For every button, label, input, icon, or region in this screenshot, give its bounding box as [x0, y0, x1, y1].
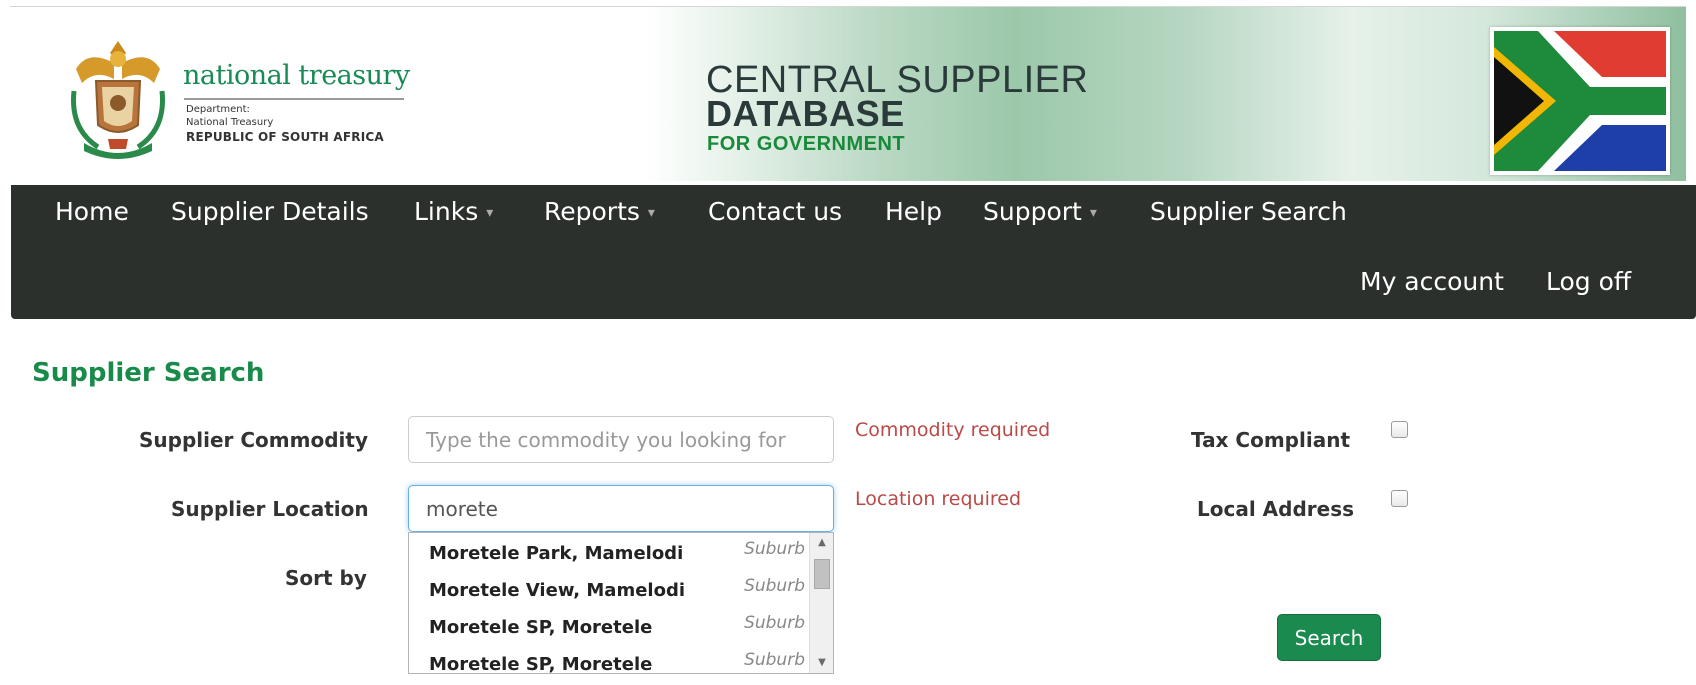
tax-compliant-checkbox[interactable]: [1391, 421, 1408, 438]
commodity-error: Commodity required: [855, 419, 1051, 441]
chevron-down-icon: ▾: [1089, 205, 1097, 221]
header-banner: national treasury Department: National T…: [10, 6, 1686, 181]
autocomplete-item[interactable]: Moretele View, Mamelodi Suburb: [409, 570, 809, 606]
nav-reports-dropdown[interactable]: Reports ▾: [544, 197, 655, 226]
nav-reports-label: Reports: [544, 197, 640, 226]
local-address-label: Local Address: [1197, 497, 1355, 521]
scroll-up-arrow-icon[interactable]: ▲: [810, 533, 833, 553]
tax-compliant-label: Tax Compliant: [1191, 428, 1351, 452]
logo-divider: [184, 98, 404, 100]
scroll-down-arrow-icon[interactable]: ▼: [810, 653, 833, 673]
scrollbar-thumb[interactable]: [814, 559, 830, 589]
logo-title: national treasury: [183, 60, 410, 91]
location-autocomplete-list: Moretele Park, Mamelodi Suburb Moretele …: [408, 532, 834, 674]
autocomplete-item[interactable]: Moretele SP, Moretele Suburb: [409, 644, 809, 674]
nav-my-account[interactable]: My account: [1360, 267, 1504, 296]
commodity-input[interactable]: [408, 416, 834, 463]
nav-help[interactable]: Help: [885, 197, 942, 226]
logo-department-name: National Treasury: [186, 117, 274, 128]
autocomplete-item-type: Suburb: [744, 539, 805, 559]
nav-contact[interactable]: Contact us: [708, 197, 842, 226]
autocomplete-item-name: Moretele SP, Moretele: [429, 617, 653, 638]
coat-of-arms-icon: [71, 41, 165, 159]
autocomplete-scrollbar[interactable]: ▲ ▼: [809, 533, 833, 673]
nav-support-label: Support: [983, 197, 1082, 226]
logo-country: REPUBLIC OF SOUTH AFRICA: [186, 130, 384, 144]
autocomplete-item[interactable]: Moretele SP, Moretele Suburb: [409, 607, 809, 643]
nav-links-dropdown[interactable]: Links ▾: [414, 197, 493, 226]
nav-log-off[interactable]: Log off: [1546, 267, 1631, 296]
flag-frame: [1490, 27, 1670, 175]
site-title-line2: DATABASE: [706, 93, 905, 134]
south-africa-flag-icon: [1494, 31, 1666, 171]
chevron-down-icon: ▾: [647, 205, 655, 221]
nav-supplier-search[interactable]: Supplier Search: [1150, 197, 1347, 226]
search-button[interactable]: Search: [1277, 614, 1381, 661]
autocomplete-item[interactable]: Moretele Park, Mamelodi Suburb: [409, 533, 809, 569]
autocomplete-item-name: Moretele Park, Mamelodi: [429, 543, 684, 564]
chevron-down-icon: ▾: [486, 205, 494, 221]
autocomplete-item-type: Suburb: [744, 576, 805, 596]
nav-links-label: Links: [414, 197, 479, 226]
main-navbar: Home Supplier Details Links ▾ Reports ▾ Co…: [11, 185, 1696, 319]
autocomplete-item-name: Moretele SP, Moretele: [429, 654, 653, 674]
location-label: Supplier Location: [171, 497, 369, 521]
logo-department: Department:: [186, 104, 250, 115]
autocomplete-item-type: Suburb: [744, 650, 805, 670]
location-error: Location required: [855, 488, 1022, 510]
autocomplete-item-type: Suburb: [744, 613, 805, 633]
local-address-checkbox[interactable]: [1391, 490, 1408, 507]
nav-home[interactable]: Home: [55, 197, 129, 226]
commodity-label: Supplier Commodity: [139, 428, 368, 452]
nav-support-dropdown[interactable]: Support ▾: [983, 197, 1097, 226]
nav-supplier-details[interactable]: Supplier Details: [171, 197, 369, 226]
location-input[interactable]: [408, 485, 834, 532]
sort-by-label: Sort by: [285, 566, 367, 590]
autocomplete-item-name: Moretele View, Mamelodi: [429, 580, 686, 601]
site-title-line3: FOR GOVERNMENT: [707, 133, 906, 155]
page-title: Supplier Search: [32, 358, 265, 388]
